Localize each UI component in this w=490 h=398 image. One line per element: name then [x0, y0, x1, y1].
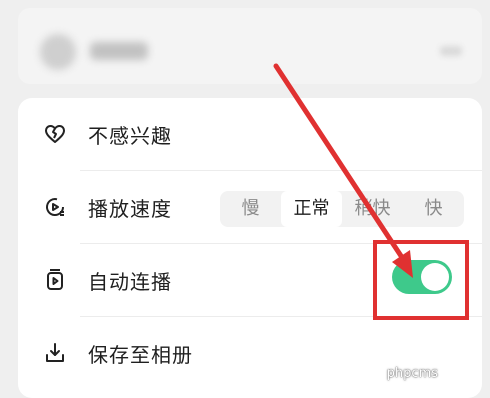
- blurred-avatar: [40, 34, 76, 70]
- menu-item-playback-speed: 播放速度 慢 正常 稍快 快: [18, 171, 482, 243]
- watermark: phpcms: [386, 366, 438, 381]
- playback-speed-icon: [42, 194, 68, 220]
- download-icon: [42, 340, 68, 366]
- speed-option-fast[interactable]: 快: [403, 191, 464, 227]
- heart-broken-icon: [42, 121, 68, 147]
- annotation-highlight-box: [373, 240, 469, 320]
- menu-item-not-interested[interactable]: 不感兴趣: [18, 98, 482, 170]
- speed-option-slow[interactable]: 慢: [220, 191, 281, 227]
- menu-item-label: 保存至相册: [88, 342, 193, 367]
- speed-selector: 慢 正常 稍快 快: [220, 191, 464, 227]
- speed-option-faster[interactable]: 稍快: [342, 191, 403, 227]
- autoplay-icon: [42, 267, 68, 293]
- speed-option-normal[interactable]: 正常: [281, 191, 342, 227]
- blurred-username: [90, 42, 148, 60]
- profile-header-card: [18, 8, 482, 84]
- blurred-action: [440, 46, 462, 56]
- menu-item-label: 自动连播: [88, 269, 172, 294]
- menu-item-label: 播放速度: [88, 196, 172, 221]
- menu-item-label: 不感兴趣: [88, 123, 172, 148]
